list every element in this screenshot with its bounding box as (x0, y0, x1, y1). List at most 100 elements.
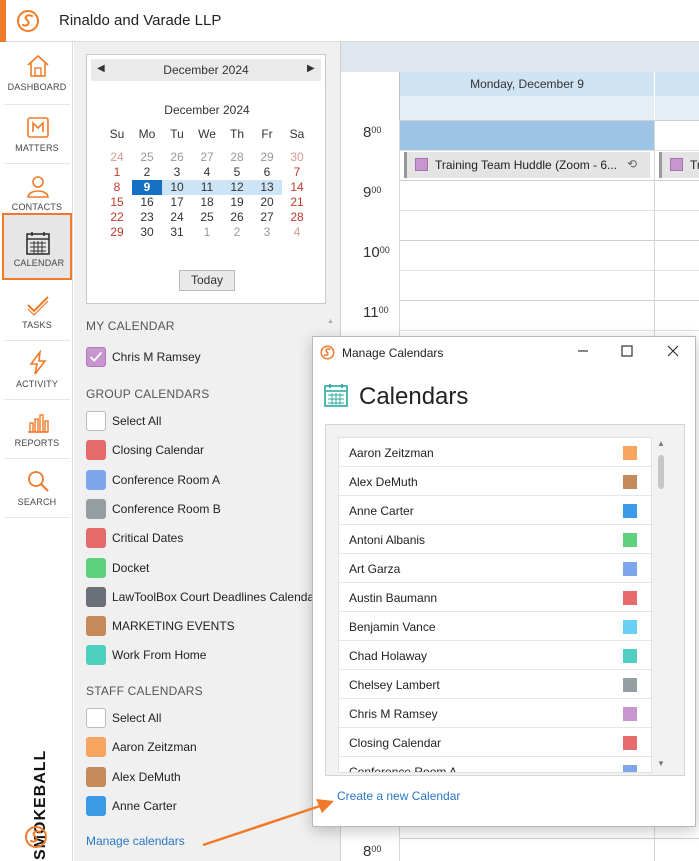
scroll-up-icon[interactable]: ▲ (657, 439, 665, 448)
mini-calendar-day[interactable]: 5 (222, 165, 252, 180)
calendar-list[interactable]: Aaron Zeitzman Alex DeMuth Anne Carter Anto… (338, 437, 652, 773)
scroll-down-icon[interactable]: ▼ (657, 759, 665, 768)
calendar-color-checkbox[interactable] (86, 528, 106, 549)
mini-calendar-day[interactable]: 3 (252, 225, 282, 240)
all-day-row-next[interactable] (655, 96, 699, 120)
calendar-list-row[interactable]: Chad Holaway (339, 641, 651, 670)
today-button[interactable]: Today (179, 270, 235, 291)
calendar-list-row[interactable]: Austin Baumann (339, 583, 651, 612)
working-hours-block[interactable] (400, 121, 654, 150)
calendar-list-row[interactable]: Conference Room A (339, 757, 651, 772)
calendar-color-checkbox[interactable] (86, 766, 106, 787)
minimize-icon[interactable] (569, 341, 597, 363)
mini-calendar-day[interactable]: 24 (102, 150, 132, 165)
nav-calendar[interactable]: CALENDAR (2, 213, 72, 280)
mini-calendar-day[interactable]: 15 (102, 195, 132, 210)
dialog-title-bar[interactable]: Manage Calendars (313, 337, 695, 367)
mini-calendar-day[interactable]: 31 (162, 225, 192, 240)
calendar-color-swatch[interactable] (623, 475, 637, 489)
calendar-color-swatch[interactable] (623, 736, 637, 750)
calendar-item[interactable]: Conference Room B (86, 498, 336, 521)
calendar-color-checkbox[interactable] (86, 737, 106, 758)
calendar-item[interactable]: Docket (86, 557, 336, 580)
calendar-item[interactable]: Select All (86, 708, 336, 730)
mini-calendar-day[interactable]: 11 (192, 180, 222, 195)
mini-calendar-day[interactable]: 12 (222, 180, 252, 195)
calendar-color-checkbox[interactable] (86, 586, 106, 607)
calendar-item[interactable]: Anne Carter (86, 795, 336, 818)
mini-calendar-day[interactable]: 30 (132, 225, 162, 240)
mini-calendar-day[interactable]: 2 (132, 165, 162, 180)
calendar-color-swatch[interactable] (623, 649, 637, 663)
calendar-color-checkbox[interactable] (86, 498, 106, 519)
calendar-color-checkbox[interactable] (86, 411, 106, 431)
mini-calendar-day[interactable]: 20 (252, 195, 282, 210)
mini-calendar-day[interactable]: 17 (162, 195, 192, 210)
mini-calendar-day[interactable]: 30 (282, 150, 312, 165)
calendar-color-checkbox[interactable] (86, 557, 106, 578)
calendar-color-checkbox[interactable] (86, 645, 106, 666)
mini-calendar-day[interactable]: 2 (222, 225, 252, 240)
calendar-item[interactable]: Alex DeMuth (86, 766, 336, 789)
mini-calendar-day[interactable]: 21 (282, 195, 312, 210)
mini-calendar-day[interactable]: 9 (132, 180, 162, 195)
all-day-row[interactable] (399, 96, 654, 120)
mini-calendar-day[interactable]: 22 (102, 210, 132, 225)
next-month-arrow-icon[interactable]: ▶ (307, 63, 315, 74)
sidebar-scroll-up-icon[interactable]: ▲ (327, 318, 334, 325)
calendar-color-swatch[interactable] (623, 562, 637, 576)
checkbox-checked[interactable] (86, 347, 106, 367)
event-training-next-day[interactable]: Tr (659, 152, 699, 178)
calendar-list-row[interactable]: Benjamin Vance (339, 612, 651, 641)
mini-calendar-day[interactable]: 28 (282, 210, 312, 225)
mini-calendar-day[interactable]: 6 (252, 165, 282, 180)
mini-calendar-day[interactable]: 7 (282, 165, 312, 180)
calendar-color-checkbox[interactable] (86, 440, 106, 461)
calendar-item[interactable]: MARKETING EVENTS (86, 616, 336, 638)
nav-search[interactable]: SEARCH (2, 459, 72, 518)
nav-matters[interactable]: MATTERS (2, 105, 72, 164)
mini-calendar-day[interactable]: 29 (102, 225, 132, 240)
manage-calendars-link[interactable]: Manage calendars (86, 834, 185, 848)
nav-dashboard[interactable]: DASHBOARD (2, 44, 72, 103)
mini-calendar-day[interactable]: 26 (162, 150, 192, 165)
calendar-color-swatch[interactable] (623, 765, 637, 772)
calendar-list-row[interactable]: Alex DeMuth (339, 467, 651, 496)
calendar-item[interactable]: Work From Home (86, 645, 336, 667)
mini-calendar-day[interactable]: 4 (282, 225, 312, 240)
calendar-color-checkbox[interactable] (86, 469, 106, 490)
mini-calendar-day[interactable]: 16 (132, 195, 162, 210)
mini-calendar-day[interactable]: 27 (252, 210, 282, 225)
calendar-item[interactable]: Closing Calendar (86, 440, 336, 462)
calendar-color-swatch[interactable] (623, 591, 637, 605)
maximize-icon[interactable] (613, 341, 641, 363)
calendar-color-checkbox[interactable] (86, 616, 106, 637)
calendar-color-swatch[interactable] (623, 533, 637, 547)
mini-calendar-day[interactable]: 27 (192, 150, 222, 165)
mini-calendar-day[interactable]: 24 (162, 210, 192, 225)
calendar-list-scrollbar[interactable]: ▲ ▼ (654, 437, 668, 773)
mini-calendar-day[interactable]: 18 (192, 195, 222, 210)
calendar-list-row[interactable]: Art Garza (339, 554, 651, 583)
next-day-header[interactable] (655, 72, 699, 96)
my-calendar-item[interactable]: Chris M Ramsey (86, 347, 336, 369)
mini-calendar-day[interactable]: 14 (282, 180, 312, 195)
calendar-color-swatch[interactable] (623, 678, 637, 692)
mini-calendar-day[interactable]: 28 (222, 150, 252, 165)
calendar-color-swatch[interactable] (623, 504, 637, 518)
calendar-list-row[interactable]: Aaron Zeitzman (339, 438, 651, 467)
calendar-list-row[interactable]: Anne Carter (339, 496, 651, 525)
day-header[interactable]: Monday, December 9 (399, 72, 654, 96)
event-training-team-huddle[interactable]: Training Team Huddle (Zoom - 6... ⟲ (404, 152, 650, 178)
mini-calendar-day[interactable]: 29 (252, 150, 282, 165)
calendar-color-swatch[interactable] (623, 620, 637, 634)
calendar-list-row[interactable]: Chris M Ramsey (339, 699, 651, 728)
calendar-item[interactable]: Conference Room A (86, 469, 336, 492)
nav-tasks[interactable]: TASKS (2, 282, 72, 341)
calendar-color-checkbox[interactable] (86, 708, 106, 728)
mini-calendar-day[interactable]: 4 (192, 165, 222, 180)
scrollbar-thumb[interactable] (658, 455, 664, 489)
mini-calendar-day[interactable]: 19 (222, 195, 252, 210)
create-new-calendar-link[interactable]: Create a new Calendar (337, 789, 460, 803)
calendar-item[interactable]: Aaron Zeitzman (86, 737, 336, 759)
